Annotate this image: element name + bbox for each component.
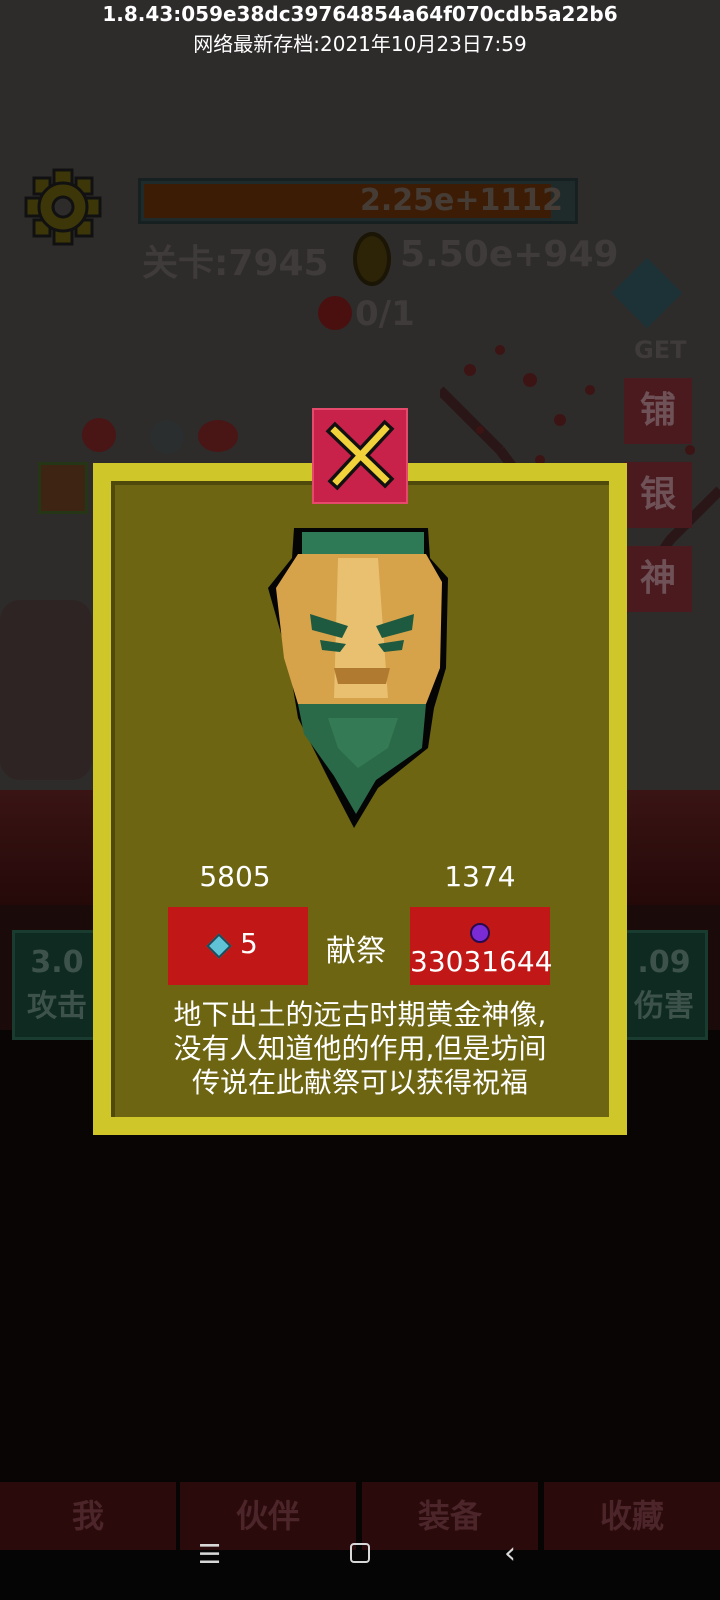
- sacrifice-orb-button[interactable]: 33031644: [410, 907, 553, 985]
- level-label: 关卡:7945: [142, 243, 329, 284]
- sacrifice-gem-button[interactable]: 5: [168, 907, 308, 985]
- boss-hp-value: 2.25e+1112: [360, 183, 563, 218]
- attack-stat-box[interactable]: 3.0 攻击: [12, 930, 102, 1040]
- tab-collection[interactable]: 收藏: [544, 1482, 720, 1550]
- sacrifice-label: 献祭: [326, 934, 386, 969]
- gold-amount: 5.50e+949: [400, 234, 619, 275]
- purple-orb-icon: [470, 923, 490, 943]
- enemy-sprite: [150, 420, 184, 454]
- gem-cost: 5: [240, 927, 258, 960]
- side-button-shop[interactable]: 铺: [624, 378, 692, 444]
- close-x-icon: [325, 419, 395, 491]
- close-button[interactable]: [312, 408, 408, 504]
- tab-me[interactable]: 我: [0, 1482, 176, 1550]
- gear-icon[interactable]: [24, 168, 102, 246]
- get-label[interactable]: GET: [634, 336, 686, 364]
- gem-count: 5805: [199, 860, 271, 893]
- save-time-text: 网络最新存档:2021年10月23日7:59: [193, 32, 527, 56]
- side-button-bank[interactable]: 银: [624, 462, 692, 528]
- kill-counter: 0/1: [355, 294, 415, 334]
- damage-stat-label: 伤害: [634, 989, 694, 1024]
- boss-hp-bar: 2.25e+1112: [138, 178, 578, 224]
- enemy-sprite: [82, 418, 116, 452]
- menu-icon[interactable]: ☰: [198, 1540, 221, 1570]
- version-text: 1.8.43:059e38dc39764854a64f070cdb5a22b6: [102, 2, 618, 26]
- golden-statue-icon: [268, 528, 448, 828]
- side-button-god[interactable]: 神: [624, 546, 692, 612]
- orb-count: 1374: [444, 860, 516, 893]
- chef-character: [0, 600, 92, 780]
- enemy-sprite: [198, 420, 238, 452]
- damage-stat-box[interactable]: .09 伤害: [620, 930, 708, 1040]
- coin-icon: [353, 232, 391, 286]
- orb-cost: 33031644: [410, 945, 553, 978]
- attack-stat-value: 3.0: [30, 945, 84, 980]
- description-line: 地下出土的远古时期黄金神像,: [173, 998, 547, 1031]
- gift-box-icon[interactable]: [38, 462, 88, 514]
- demon-icon: [318, 296, 352, 330]
- description-line: 传说在此献祭可以获得祝福: [191, 1066, 528, 1099]
- gem-icon: [206, 933, 232, 959]
- damage-stat-value: .09: [637, 945, 691, 980]
- back-icon[interactable]: ‹: [504, 1536, 516, 1571]
- statue-description: 地下出土的远古时期黄金神像, 没有人知道他的作用,但是坊间 传说在此献祭可以获得…: [150, 998, 570, 1100]
- description-line: 没有人知道他的作用,但是坊间: [173, 1032, 547, 1065]
- attack-stat-label: 攻击: [27, 989, 87, 1024]
- home-icon[interactable]: [350, 1543, 370, 1563]
